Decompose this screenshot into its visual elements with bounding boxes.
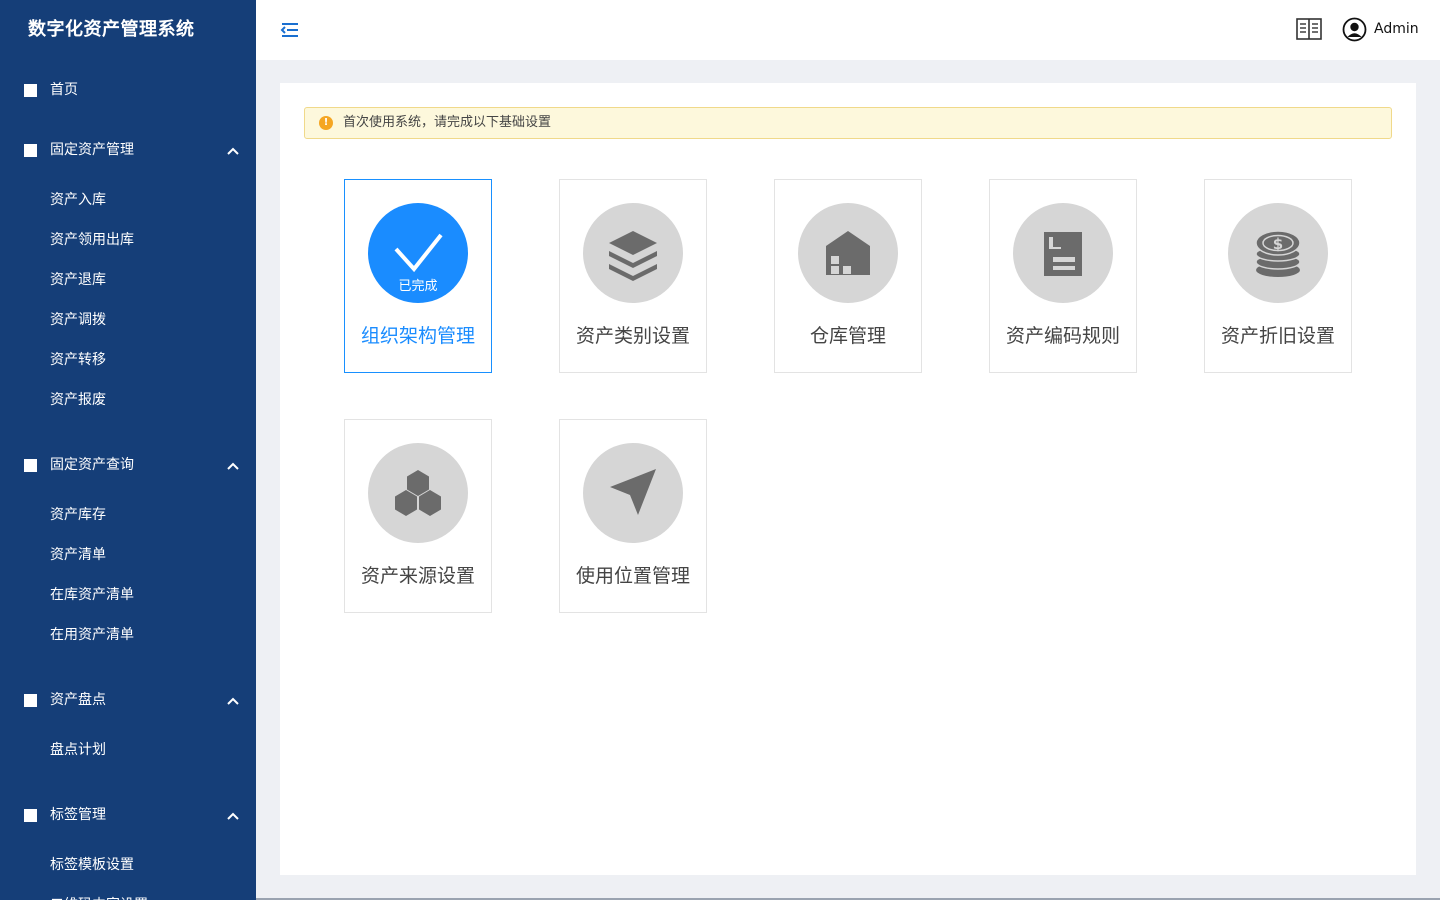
card-title: 资产类别设置 (575, 325, 690, 347)
document-icon (1044, 232, 1082, 276)
icon-circle: $ (1228, 203, 1328, 303)
card-title: 使用位置管理 (575, 565, 690, 587)
sidebar-item-home[interactable]: 首页 (0, 60, 256, 120)
sidebar-group-asset-stocktake[interactable]: 资产盘点 (0, 670, 256, 730)
user-name[interactable]: Admin (1374, 0, 1419, 58)
card-org-structure[interactable]: 已完成 组织架构管理 (344, 179, 492, 373)
sidebar-item-qrcode-content[interactable]: 二维码内容设置 (0, 885, 256, 900)
sidebar-group-label: 资产盘点 (50, 692, 106, 708)
sidebar-group-label-management[interactable]: 标签管理 (0, 785, 256, 845)
warehouse-icon (826, 231, 870, 275)
hexagons-icon (395, 470, 441, 516)
menu-fold-icon[interactable] (280, 20, 300, 40)
sidebar-item-stocktake-plan[interactable]: 盘点计划 (0, 730, 256, 770)
card-asset-coding-rules[interactable]: 资产编码规则 (989, 179, 1137, 373)
sidebar-item-in-stock-list[interactable]: 在库资产清单 (0, 575, 256, 615)
chevron-up-icon (227, 812, 239, 820)
sidebar-group-fixed-asset-management[interactable]: 固定资产管理 (0, 120, 256, 180)
card-title: 资产编码规则 (1005, 325, 1120, 347)
alert-message: 首次使用系统，请完成以下基础设置 (343, 115, 552, 130)
chevron-up-icon (227, 697, 239, 705)
card-title: 资产来源设置 (360, 565, 475, 587)
sidebar-item-asset-list[interactable]: 资产清单 (0, 535, 256, 575)
sidebar-item-asset-scrap[interactable]: 资产报废 (0, 380, 256, 420)
app-title: 数字化资产管理系统 (28, 19, 195, 40)
card-asset-category[interactable]: 资产类别设置 (559, 179, 707, 373)
sidebar-group-fixed-asset-query[interactable]: 固定资产查询 (0, 435, 256, 495)
location-arrow-icon (610, 469, 656, 515)
square-icon (24, 84, 37, 97)
sidebar-item-asset-transfer[interactable]: 资产转移 (0, 340, 256, 380)
setup-alert: ! 首次使用系统，请完成以下基础设置 (304, 107, 1392, 139)
warning-icon: ! (319, 116, 333, 130)
card-warehouse[interactable]: 仓库管理 (774, 179, 922, 373)
sidebar-item-asset-inbound[interactable]: 资产入库 (0, 180, 256, 220)
card-title: 资产折旧设置 (1220, 325, 1335, 347)
chevron-up-icon (227, 147, 239, 155)
sidebar: 数字化资产管理系统 首页 固定资产管理 资产入库 资产领用出库 资产退库 资产调… (0, 0, 256, 900)
completed-label: 已完成 (398, 279, 438, 294)
icon-circle (583, 203, 683, 303)
main-content: ! 首次使用系统，请完成以下基础设置 已完成 组织架构管理 资产类别设置 仓库管… (280, 83, 1416, 875)
square-icon (24, 809, 37, 822)
icon-circle (368, 443, 468, 543)
card-asset-depreciation[interactable]: $ 资产折旧设置 (1204, 179, 1352, 373)
sidebar-item-asset-inventory[interactable]: 资产库存 (0, 495, 256, 535)
card-location-management[interactable]: 使用位置管理 (559, 419, 707, 613)
card-title: 组织架构管理 (360, 325, 475, 347)
sidebar-item-asset-return[interactable]: 资产退库 (0, 260, 256, 300)
card-asset-source[interactable]: 资产来源设置 (344, 419, 492, 613)
sidebar-group-label: 标签管理 (50, 807, 106, 823)
sidebar-group-label: 固定资产管理 (50, 142, 134, 158)
chevron-up-icon (227, 462, 239, 470)
icon-circle (1013, 203, 1113, 303)
sidebar-menu: 首页 固定资产管理 资产入库 资产领用出库 资产退库 资产调拨 资产转移 资产报… (0, 60, 256, 900)
top-bar: Admin (256, 0, 1440, 60)
sidebar-item-label: 首页 (50, 82, 78, 98)
sidebar-item-in-use-list[interactable]: 在用资产清单 (0, 615, 256, 655)
square-icon (24, 694, 37, 707)
book-icon[interactable] (1296, 17, 1322, 41)
coins-icon: $ (1255, 230, 1301, 277)
sidebar-item-label-template[interactable]: 标签模板设置 (0, 845, 256, 885)
sidebar-item-asset-allocation[interactable]: 资产调拨 (0, 300, 256, 340)
status-circle: 已完成 (368, 203, 468, 303)
svg-text:$: $ (1273, 235, 1283, 253)
card-title: 仓库管理 (809, 325, 886, 347)
square-icon (24, 144, 37, 157)
icon-circle (798, 203, 898, 303)
sidebar-item-asset-issue[interactable]: 资产领用出库 (0, 220, 256, 260)
icon-circle (583, 443, 683, 543)
sidebar-group-label: 固定资产查询 (50, 457, 134, 473)
square-icon (24, 459, 37, 472)
user-icon[interactable] (1342, 17, 1367, 42)
layers-icon (609, 231, 657, 281)
